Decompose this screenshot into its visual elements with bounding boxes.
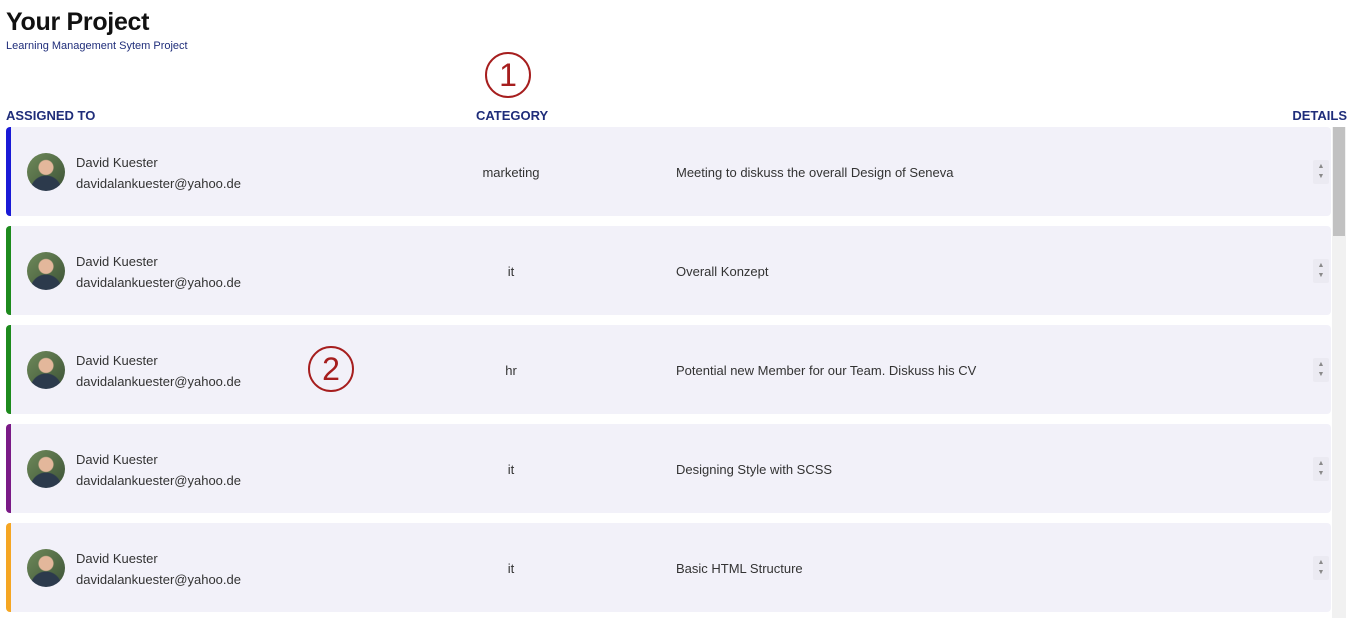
assignee-name: David Kuester [76,254,158,269]
task-category: it [507,462,515,477]
up-down-stepper-icon[interactable]: ▲ ▼ [1313,457,1329,481]
avatar [27,153,65,191]
assignee-email: davidalankuester@yahoo.de [76,572,241,587]
task-detail: Basic HTML Structure [676,561,803,576]
avatar [27,549,65,587]
assignee-email: davidalankuester@yahoo.de [76,374,241,389]
avatar [27,351,65,389]
page-title: Your Project [6,8,150,36]
task-detail: Overall Konzept [676,264,769,279]
task-row[interactable]: David Kuester davidalankuester@yahoo.de … [6,226,1331,315]
up-down-stepper-icon[interactable]: ▲ ▼ [1313,259,1329,283]
scrollbar-thumb[interactable] [1333,127,1345,236]
avatar [27,252,65,290]
task-detail: Potential new Member for our Team. Disku… [676,363,977,378]
task-category: it [507,264,515,279]
up-down-stepper-icon[interactable]: ▲ ▼ [1313,556,1329,580]
assignee-email: davidalankuester@yahoo.de [76,176,241,191]
task-row[interactable]: David Kuester davidalankuester@yahoo.de … [6,523,1331,612]
annotation-marker-2: 2 [308,346,354,392]
assignee-email: davidalankuester@yahoo.de [76,473,241,488]
column-header-assigned-to: ASSIGNED TO [6,108,96,123]
scrollbar[interactable] [1332,127,1346,618]
task-category: hr [505,363,517,378]
task-row[interactable]: David Kuester davidalankuester@yahoo.de … [6,325,1331,414]
assignee-name: David Kuester [76,551,158,566]
up-down-stepper-icon[interactable]: ▲ ▼ [1313,160,1329,184]
assignee-name: David Kuester [76,155,158,170]
assignee-name: David Kuester [76,452,158,467]
avatar [27,450,65,488]
task-list: David Kuester davidalankuester@yahoo.de … [6,127,1331,618]
task-category: marketing [482,165,540,180]
task-row[interactable]: David Kuester davidalankuester@yahoo.de … [6,127,1331,216]
task-detail: Meeting to diskuss the overall Design of… [676,165,954,180]
assignee-email: davidalankuester@yahoo.de [76,275,241,290]
page-subtitle: Learning Management Sytem Project [6,40,188,52]
column-header-category: CATEGORY [476,108,549,123]
task-row[interactable]: David Kuester davidalankuester@yahoo.de … [6,424,1331,513]
task-category: it [507,561,515,576]
task-detail: Designing Style with SCSS [676,462,833,477]
annotation-marker-1: 1 [485,52,531,98]
up-down-stepper-icon[interactable]: ▲ ▼ [1313,358,1329,382]
page: Your Project Learning Management Sytem P… [0,0,1358,618]
column-header-details: DETAILS [1292,108,1347,123]
assignee-name: David Kuester [76,353,158,368]
